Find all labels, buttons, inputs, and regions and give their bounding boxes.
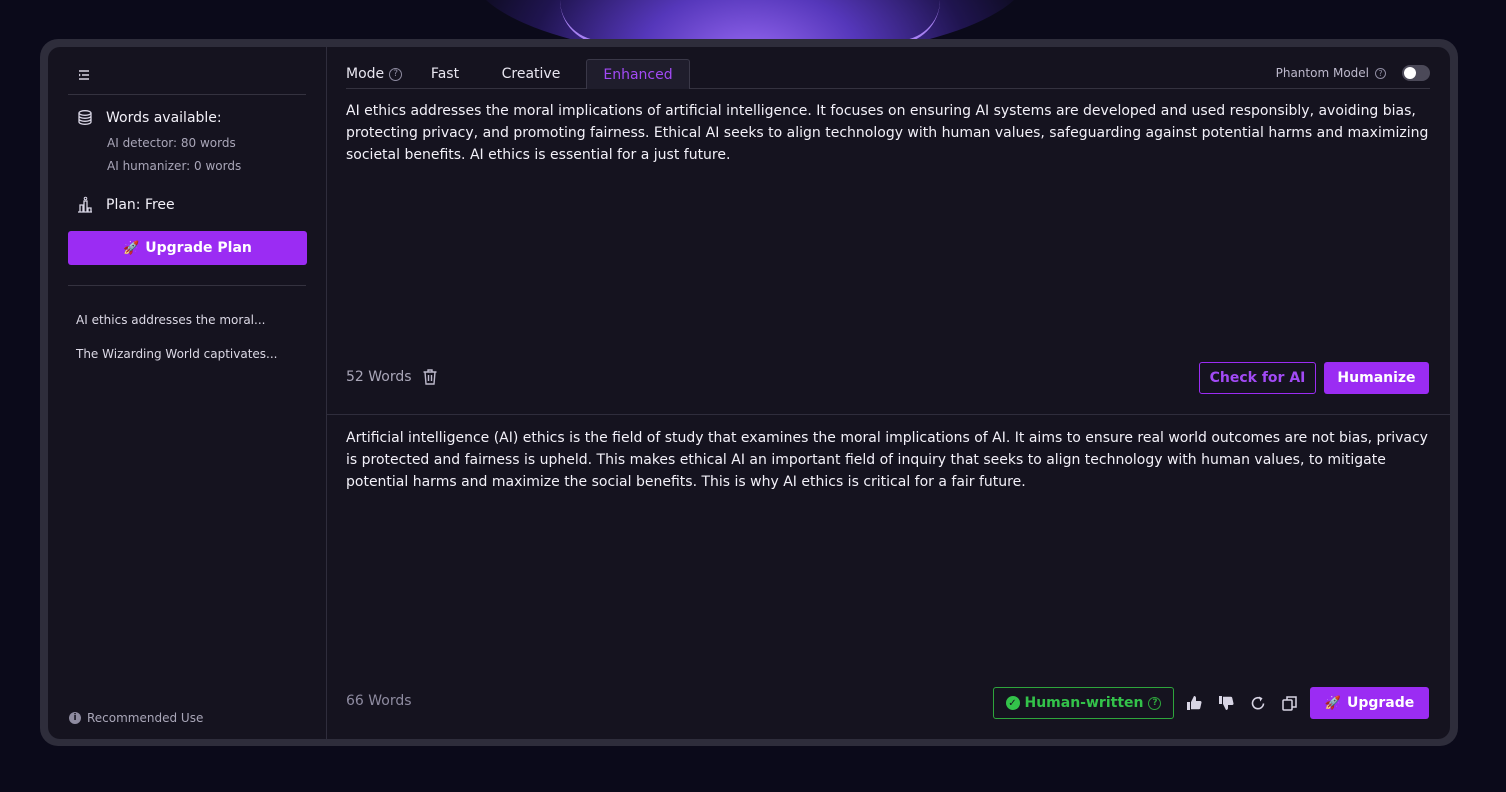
help-icon[interactable]: ? — [1148, 696, 1162, 710]
history-item[interactable]: AI ethics addresses the moral... — [76, 313, 277, 327]
tab-enhanced[interactable]: Enhanced — [586, 59, 690, 89]
plan-chart-icon — [78, 196, 92, 213]
upgrade-plan-label: Upgrade Plan — [145, 240, 252, 256]
check-for-ai-button[interactable]: Check for AI — [1199, 362, 1316, 394]
sidebar-divider — [68, 94, 306, 95]
collapse-menu-icon[interactable] — [76, 67, 92, 83]
regenerate-icon[interactable] — [1249, 694, 1267, 712]
main-panel: Mode ? Fast Creative Enhanced Phantom Mo… — [327, 47, 1450, 739]
trash-icon[interactable] — [422, 368, 438, 386]
badge-label: Human-written — [1024, 695, 1144, 711]
history-list: AI ethics addresses the moral... The Wiz… — [76, 313, 277, 381]
recommended-use-link[interactable]: i Recommended Use — [69, 711, 203, 725]
thumbs-up-icon[interactable] — [1185, 694, 1203, 712]
history-item[interactable]: The Wizarding World captivates... — [76, 347, 277, 361]
input-word-count: 52 Words — [346, 368, 438, 386]
upgrade-button[interactable]: 🚀 Upgrade — [1310, 687, 1429, 719]
mode-bar: Mode ? Fast Creative Enhanced Phantom Mo… — [346, 59, 1430, 89]
output-word-count: 66 Words — [346, 693, 412, 709]
phantom-model-label: Phantom Model — [1275, 66, 1369, 80]
tab-creative[interactable]: Creative — [492, 59, 570, 89]
mode-label-text: Mode — [346, 66, 385, 82]
thumbs-down-icon[interactable] — [1217, 694, 1235, 712]
help-icon[interactable]: ? — [389, 67, 403, 81]
app-window: Words available: AI detector: 80 words A… — [48, 47, 1450, 739]
coins-icon — [78, 110, 92, 125]
sidebar-divider — [68, 285, 306, 286]
phantom-model-control: Phantom Model ? — [1276, 65, 1430, 81]
input-word-count-text: 52 Words — [346, 369, 412, 385]
words-available-label: Words available: — [106, 110, 222, 126]
recommended-use-label: Recommended Use — [87, 711, 204, 725]
input-text-area[interactable]: AI ethics addresses the moral implicatio… — [346, 100, 1430, 166]
words-available-section: Words available: AI detector: 80 words A… — [76, 109, 241, 173]
plan-section: Plan: Free — [76, 196, 175, 214]
ai-detector-quota: AI detector: 80 words — [107, 136, 236, 150]
upgrade-plan-button[interactable]: 🚀 Upgrade Plan — [68, 231, 307, 265]
rocket-icon: 🚀 — [123, 240, 140, 256]
tab-fast[interactable]: Fast — [422, 59, 468, 89]
phantom-model-toggle[interactable] — [1402, 65, 1430, 81]
info-icon: i — [69, 712, 81, 724]
copy-icon[interactable] — [1281, 694, 1299, 712]
humanize-button[interactable]: Humanize — [1324, 362, 1429, 394]
sidebar: Words available: AI detector: 80 words A… — [48, 47, 327, 739]
background-glow-arc — [560, 0, 940, 44]
output-text-area: Artificial intelligence (AI) ethics is t… — [346, 430, 1428, 490]
help-icon[interactable]: ? — [1375, 67, 1386, 79]
rocket-icon: 🚀 — [1324, 695, 1341, 711]
plan-label: Plan: Free — [106, 197, 175, 213]
human-written-badge: ✓ Human-written ? — [993, 687, 1174, 719]
mode-label: Mode ? — [346, 66, 403, 82]
panel-divider — [327, 414, 1450, 415]
check-circle-icon: ✓ — [1005, 696, 1020, 710]
upgrade-label: Upgrade — [1346, 695, 1415, 711]
ai-humanizer-quota: AI humanizer: 0 words — [107, 159, 242, 173]
